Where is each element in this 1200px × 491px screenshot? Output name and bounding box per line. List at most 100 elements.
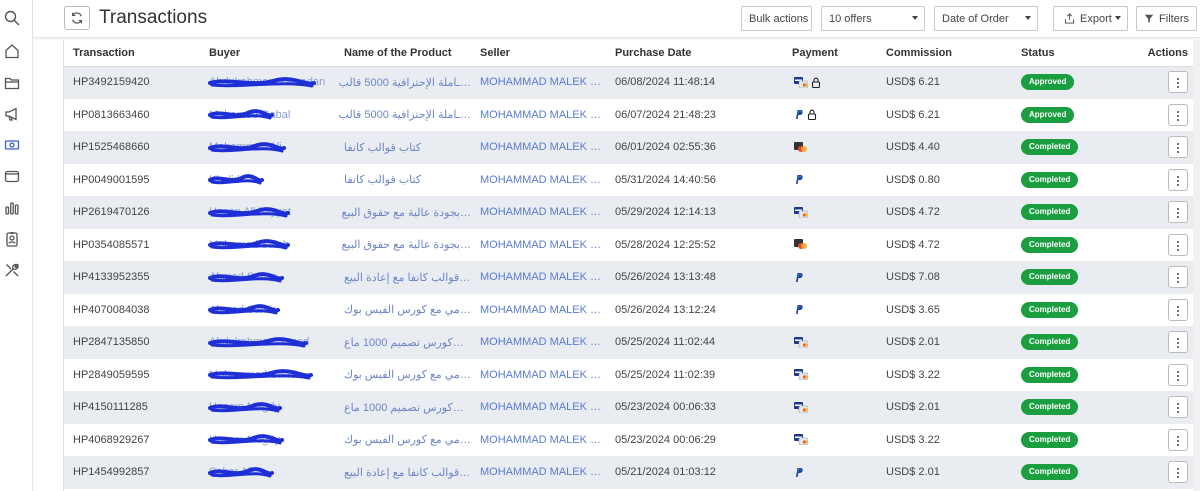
payment-method xyxy=(780,391,877,424)
product-name[interactable]: …بجودة عالية مع حقوق البيع xyxy=(335,228,471,262)
vertical-scrollbar[interactable] xyxy=(1193,40,1200,491)
product-name-text: …ـاملة الإحترافية 5000 قالب xyxy=(338,76,471,89)
row-actions-button[interactable] xyxy=(1168,266,1188,289)
seller-name[interactable]: MOHAMMAD MALEK … xyxy=(471,163,606,197)
column-header-actions: Actions xyxy=(1126,40,1193,67)
product-name[interactable]: …قوالب كانفا مع إعادة البيع xyxy=(335,456,471,489)
bar-chart-icon[interactable] xyxy=(4,200,20,216)
seller-name[interactable]: MOHAMMAD MALEK … xyxy=(471,456,606,489)
search-icon[interactable] xyxy=(4,10,20,26)
seller-name[interactable]: MOHAMMAD MALEK … xyxy=(471,196,606,229)
purchase-date: 05/21/2024 01:03:12 xyxy=(606,456,780,489)
seller-name[interactable]: MOHAMMAD MALEK … xyxy=(471,98,606,132)
column-header-payment[interactable]: Payment xyxy=(780,40,877,67)
bulk-actions-button[interactable]: Bulk actions xyxy=(741,6,812,31)
megaphone-icon[interactable] xyxy=(4,106,20,122)
row-actions-button[interactable] xyxy=(1168,71,1188,94)
product-name[interactable]: …بجودة عالية مع حقوق البيع xyxy=(335,196,471,229)
product-name[interactable]: …مي مع كورس الفيس بوك xyxy=(335,293,471,327)
product-name[interactable]: …ـاملة الإحترافية 5000 قالب xyxy=(335,98,471,132)
export-button[interactable]: Export xyxy=(1053,6,1128,31)
seller-name[interactable]: MOHAMMAD MALEK … xyxy=(471,261,606,294)
order-select[interactable]: Date of Order xyxy=(934,6,1038,31)
table-row[interactable]: HP2847135850 Abdulrahman Saeed …كورس تصميم… xyxy=(64,326,1193,359)
paypal-icon xyxy=(796,467,803,477)
buyer-cell: Khalid xyxy=(200,163,335,197)
column-header-transaction[interactable]: Transaction xyxy=(64,40,200,67)
kebab-dot xyxy=(1177,281,1179,284)
product-name[interactable]: كتاب قوالب كانفا xyxy=(335,163,471,197)
seller-name[interactable]: MOHAMMAD MALEK … xyxy=(471,66,606,99)
table-row[interactable]: HP4133952355 Ahmed Sahar …قوالب كانفا مع إ… xyxy=(64,261,1193,294)
column-header-buyer[interactable]: Buyer xyxy=(200,40,335,67)
money-icon[interactable] xyxy=(4,137,20,153)
seller-name[interactable]: MOHAMMAD MALEK … xyxy=(471,391,606,424)
visa-card-icon xyxy=(794,336,808,348)
status-cell: Approved xyxy=(1012,66,1126,99)
row-actions-button[interactable] xyxy=(1168,168,1188,191)
table-row[interactable]: HP0049001595 Khalid كتاب قوالب كانفا MOHAMM… xyxy=(64,163,1193,197)
row-actions-button[interactable] xyxy=(1168,363,1188,386)
redaction-scribble xyxy=(208,174,264,185)
row-actions-button[interactable] xyxy=(1168,396,1188,419)
seller-name[interactable]: MOHAMMAD MALEK … xyxy=(471,423,606,457)
table-row[interactable]: HP4070084038 Ahmed Samir …مي مع كورس الفيس… xyxy=(64,293,1193,327)
row-actions-button[interactable] xyxy=(1168,298,1188,321)
status-cell: Completed xyxy=(1012,196,1126,229)
status-cell: Completed xyxy=(1012,326,1126,359)
status-cell: Completed xyxy=(1012,456,1126,489)
filters-button[interactable]: Filters xyxy=(1136,6,1197,31)
table-row[interactable]: HP4150111285 Hazem Magdy …كورس تصميم 1000 … xyxy=(64,391,1193,424)
product-name[interactable]: …قوالب كانفا مع إعادة البيع xyxy=(335,261,471,294)
row-actions-button[interactable] xyxy=(1168,201,1188,224)
product-name[interactable]: …مي مع كورس الفيس بوك xyxy=(335,358,471,392)
product-name-text: …كورس تصميم 1000 ماع xyxy=(344,401,464,414)
row-actions-button[interactable] xyxy=(1168,136,1188,159)
purchase-date: 05/28/2024 12:25:52 xyxy=(606,228,780,262)
row-actions-button[interactable] xyxy=(1168,103,1188,126)
product-name[interactable]: كتاب قوالب كانفا xyxy=(335,131,471,164)
row-actions-button[interactable] xyxy=(1168,331,1188,354)
row-actions-button[interactable] xyxy=(1168,233,1188,256)
buyer-cell: Hazem Magdy xyxy=(200,391,335,424)
column-header-commission[interactable]: Commission xyxy=(877,40,1012,67)
table-row[interactable]: HP3492159420 Abdulrahman Ramadan …ـاملة ال… xyxy=(64,66,1193,99)
table-row[interactable]: HP2619470126 Hasan Alkhayyat …بجودة عالية … xyxy=(64,196,1193,229)
table-row[interactable]: HP1525468660 Mohammed Ali كتاب قوالب كانفا… xyxy=(64,131,1193,164)
seller-name[interactable]: MOHAMMAD MALEK … xyxy=(471,326,606,359)
offers-select[interactable]: 10 offers xyxy=(821,6,925,31)
payment-method xyxy=(780,423,877,457)
id-badge-icon[interactable] xyxy=(4,231,20,247)
lock-icon xyxy=(811,77,821,88)
redaction-scribble xyxy=(208,434,284,445)
product-name[interactable]: …كورس تصميم 1000 ماع xyxy=(335,391,471,424)
wallet-icon[interactable] xyxy=(4,168,20,184)
table-row[interactable]: HP0354085571 Mohamed Salah …بجودة عالية مع… xyxy=(64,228,1193,262)
row-actions-button[interactable] xyxy=(1168,461,1188,484)
product-name[interactable]: …مي مع كورس الفيس بوك xyxy=(335,423,471,457)
row-actions-button[interactable] xyxy=(1168,428,1188,451)
seller-name[interactable]: MOHAMMAD MALEK … xyxy=(471,228,606,262)
seller-name[interactable]: MOHAMMAD MALEK … xyxy=(471,293,606,327)
tools-icon[interactable] xyxy=(4,262,20,278)
folder-icon[interactable] xyxy=(4,75,20,91)
purchase-date: 05/26/2024 13:13:48 xyxy=(606,261,780,294)
seller-name[interactable]: MOHAMMAD MALEK … xyxy=(471,358,606,392)
column-header-seller[interactable]: Seller xyxy=(471,40,606,67)
seller-name[interactable]: MOHAMMAD MALEK … xyxy=(471,131,606,164)
refresh-button[interactable] xyxy=(64,6,90,30)
table-row[interactable]: HP1454992857 Sahar Ali …قوالب كانفا مع إعا… xyxy=(64,456,1193,489)
commission-value: USD$ 4.72 xyxy=(877,196,1012,229)
kebab-dot xyxy=(1177,179,1179,182)
column-header-status[interactable]: Status xyxy=(1012,40,1126,67)
table-row[interactable]: HP4068929267 Hazem Magdy …مي مع كورس الفيس… xyxy=(64,423,1193,457)
table-row[interactable]: HP2849059595 Mohammed Saad …مي مع كورس الف… xyxy=(64,358,1193,392)
column-header-purchase-date[interactable]: Purchase Date xyxy=(606,40,780,67)
column-header-product[interactable]: Name of the Product xyxy=(335,40,471,67)
product-name[interactable]: …كورس تصميم 1000 ماع xyxy=(335,326,471,359)
table-row[interactable]: HP0813663460 Mohamed Gabal …ـاملة الإحتراف… xyxy=(64,98,1193,132)
product-name[interactable]: …ـاملة الإحترافية 5000 قالب xyxy=(335,66,471,99)
status-cell: Completed xyxy=(1012,423,1126,457)
purchase-date: 06/01/2024 02:55:36 xyxy=(606,131,780,164)
home-icon[interactable] xyxy=(4,43,20,59)
